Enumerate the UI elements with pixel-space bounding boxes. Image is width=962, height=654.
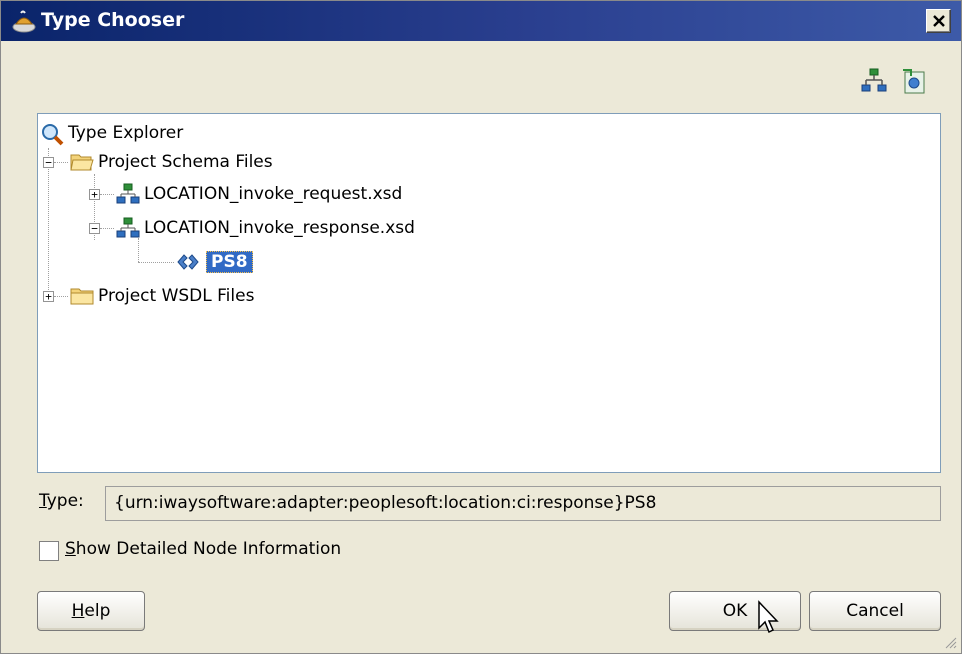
type-chooser-dialog: Type Chooser Type Explorer − Project Sch… <box>0 0 962 654</box>
tree-item-project-schema-files[interactable]: Project Schema Files <box>70 149 273 175</box>
close-icon <box>933 15 945 27</box>
collapse-toggle[interactable]: − <box>43 157 54 168</box>
type-explorer-tree[interactable]: Type Explorer − Project Schema Files + L… <box>37 113 941 473</box>
expand-toggle[interactable]: + <box>89 189 100 200</box>
magnifier-icon <box>42 124 64 146</box>
tree-root[interactable]: Type Explorer <box>40 120 183 146</box>
mouse-cursor-icon <box>758 600 779 634</box>
window-title: Type Chooser <box>41 9 185 31</box>
tree-connector <box>54 162 68 163</box>
tree-connector <box>100 228 114 229</box>
resize-grip-icon[interactable] <box>943 635 957 649</box>
title-bar[interactable]: Type Chooser <box>1 1 961 41</box>
tree-connector <box>48 148 49 298</box>
folder-icon <box>70 288 94 305</box>
collapse-toggle[interactable]: − <box>89 223 100 234</box>
app-icon <box>12 10 36 33</box>
tree-item-label: Project Schema Files <box>98 152 273 172</box>
tree-item-label-selected: PS8 <box>206 251 253 273</box>
element-icon <box>177 254 199 270</box>
help-button[interactable]: Help <box>37 591 145 631</box>
cancel-button[interactable]: Cancel <box>809 591 941 631</box>
tree-connector <box>138 262 174 263</box>
open-folder-icon <box>70 154 94 171</box>
tree-connector <box>54 296 68 297</box>
type-field[interactable]: {urn:iwaysoftware:adapter:peoplesoft:loc… <box>105 486 941 521</box>
tree-item-request-xsd[interactable]: LOCATION_invoke_request.xsd <box>116 181 402 207</box>
tree-connector <box>100 194 114 195</box>
show-detailed-node-checkbox[interactable] <box>39 541 59 561</box>
tree-root-label: Type Explorer <box>68 123 184 143</box>
ok-button[interactable]: OK <box>669 591 801 631</box>
show-detailed-node-label[interactable]: Show Detailed Node Information <box>65 539 341 559</box>
tree-item-label: Project WSDL Files <box>98 286 255 306</box>
tree-item-ps8[interactable]: PS8 <box>176 249 253 275</box>
schema-file-icon <box>116 217 140 238</box>
expand-toggle[interactable]: + <box>43 291 54 302</box>
tree-item-project-wsdl-files[interactable]: Project WSDL Files <box>70 283 254 309</box>
tree-item-label: LOCATION_invoke_response.xsd <box>144 218 415 238</box>
type-label: Type: <box>39 491 84 511</box>
close-button[interactable] <box>926 9 951 33</box>
schema-tree-icon[interactable] <box>859 66 889 96</box>
tree-connector <box>138 238 139 262</box>
tree-item-response-xsd[interactable]: LOCATION_invoke_response.xsd <box>116 215 415 241</box>
tree-item-label: LOCATION_invoke_request.xsd <box>144 184 403 204</box>
import-schema-icon[interactable] <box>899 66 929 96</box>
schema-file-icon <box>116 183 140 204</box>
